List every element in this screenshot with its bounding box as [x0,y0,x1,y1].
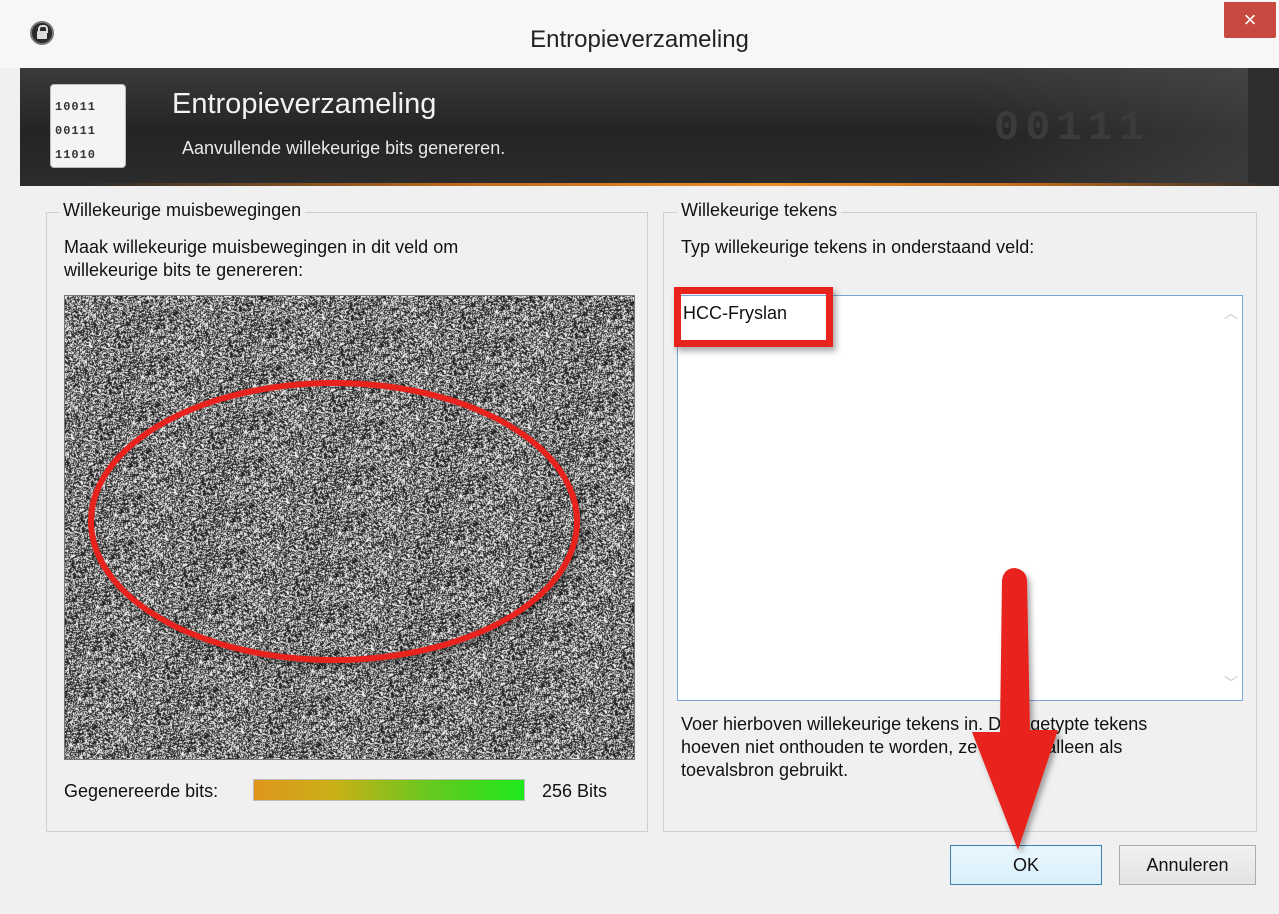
keys-instruction: Typ willekeurige tekens in onderstaand v… [681,237,1035,257]
annotation-arrow [972,568,1058,850]
entropy-dialog: Entropieverzameling × 00111 10011 00111 … [0,0,1279,914]
binary-icon: 10011 00111 11010 [50,84,126,168]
annotation-ellipse [88,380,580,663]
mouse-instruction-line-1: Maak willekeurige muisbewegingen in dit … [64,237,459,257]
keys-hint-line-1: Voer hierboven willekeurige tekens in. D… [681,714,1148,734]
binary-watermark: 00111 [994,104,1151,152]
cancel-button[interactable]: Annuleren [1119,845,1256,885]
close-button[interactable]: × [1224,2,1276,38]
textarea-scrollbar[interactable]: ︿ ﹀ [1220,296,1242,700]
annotation-box [674,287,833,347]
mouse-instruction-line-2: willekeurige bits te genereren: [64,260,304,280]
scroll-down-icon[interactable]: ﹀ [1224,676,1238,690]
scroll-up-icon[interactable]: ︿ [1224,306,1238,320]
generated-bits-value: 256 Bits [542,781,608,801]
keys-hint-line-3: toevalsbron gebruikt. [681,760,849,780]
header-banner: 00111 10011 00111 11010 Entropieverzamel… [20,68,1279,186]
banner-subtitle: Aanvullende willekeurige bits genereren. [182,138,506,158]
mouse-movements-legend: Willekeurige muisbewegingen [59,200,306,221]
generated-bits-label: Gegenereerde bits: [64,781,219,801]
banner-title: Entropieverzameling [172,88,437,120]
entropy-progress-bar [253,779,525,801]
window-title: Entropieverzameling [530,26,749,53]
title-bar: Entropieverzameling × [0,0,1279,68]
random-keys-legend: Willekeurige tekens [677,200,842,221]
